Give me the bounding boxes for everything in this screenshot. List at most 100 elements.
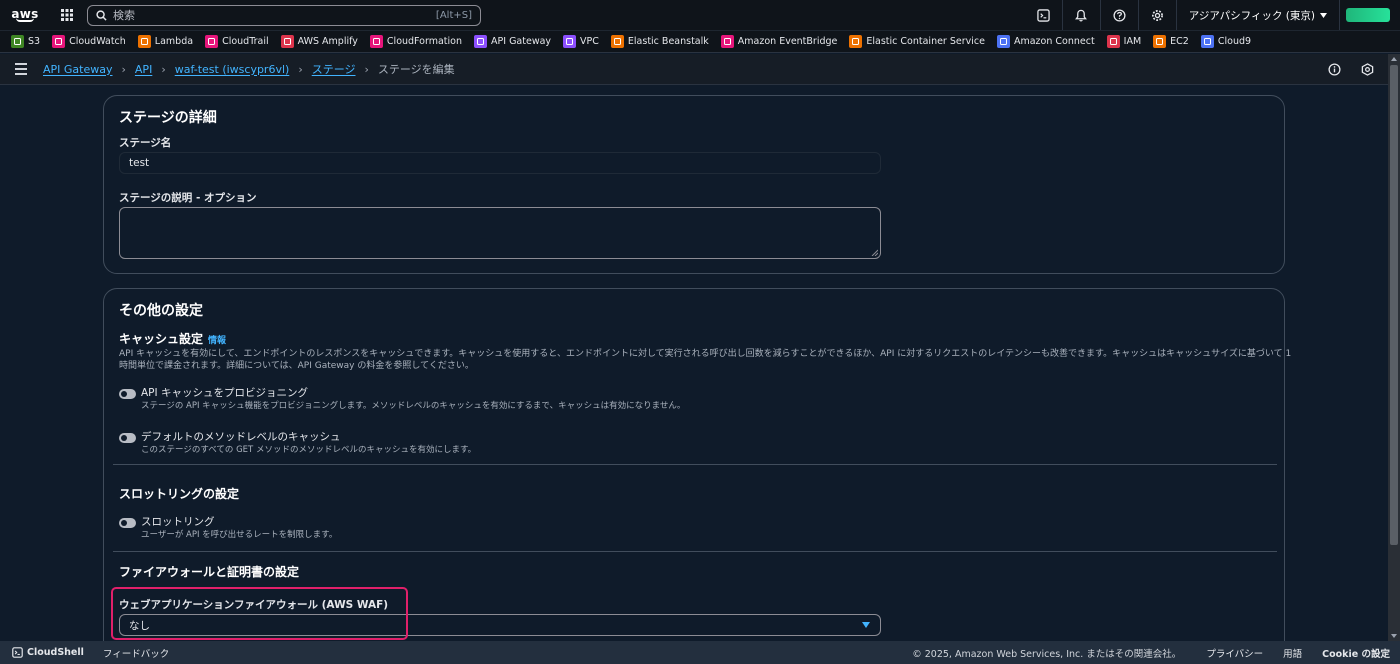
search-placeholder: 検索 bbox=[113, 9, 135, 22]
stage-description-label: ステージの説明 - オプション bbox=[119, 192, 257, 204]
hamburger-menu-icon[interactable] bbox=[15, 63, 35, 75]
cloudshell-label: CloudShell bbox=[27, 647, 84, 658]
resize-handle-icon[interactable] bbox=[871, 249, 878, 256]
breadcrumb: API Gateway › API › waf-test (iwscypr6vl… bbox=[43, 61, 455, 77]
privacy-link[interactable]: プライバシー bbox=[1206, 646, 1263, 660]
region-selector[interactable]: アジアパシフィック (東京) bbox=[1177, 0, 1340, 30]
breadcrumb-api-name[interactable]: waf-test (iwscypr6vl) bbox=[175, 63, 290, 76]
favorite-item[interactable]: AWS Amplify bbox=[280, 35, 358, 48]
favorite-label: Elastic Container Service bbox=[866, 36, 985, 47]
scroll-up-arrow-icon[interactable] bbox=[1391, 57, 1397, 61]
breadcrumb-stages[interactable]: ステージ bbox=[312, 61, 356, 77]
breadcrumb-api-gateway[interactable]: API Gateway bbox=[43, 63, 113, 76]
region-label: アジアパシフィック (東京) bbox=[1188, 9, 1315, 22]
copyright-text: © 2025, Amazon Web Services, Inc. またはその関… bbox=[912, 648, 1182, 660]
vpc-icon bbox=[563, 35, 577, 48]
section-divider bbox=[113, 464, 1277, 465]
favorite-label: CloudTrail bbox=[222, 36, 269, 47]
provision-cache-toggle[interactable] bbox=[119, 389, 136, 399]
settings-button[interactable] bbox=[1139, 0, 1177, 30]
favorite-item[interactable]: CloudTrail bbox=[205, 35, 269, 48]
beanstalk-icon bbox=[610, 35, 624, 48]
panel-title-stage-details: ステージの詳細 bbox=[119, 110, 217, 126]
cloudshell-button[interactable] bbox=[1025, 0, 1063, 30]
eventbridge-icon bbox=[720, 35, 734, 48]
feedback-hexagon-icon[interactable] bbox=[1361, 63, 1374, 76]
cache-settings-title: キャッシュ設定 bbox=[119, 332, 204, 346]
stage-name-label: ステージ名 bbox=[119, 137, 172, 149]
cloudwatch-icon bbox=[52, 35, 66, 48]
favorite-item[interactable]: IAM bbox=[1106, 35, 1142, 48]
favorite-item[interactable]: Amazon EventBridge bbox=[720, 35, 838, 48]
main-content: ステージの詳細 ステージ名 test ステージの説明 - オプション その他の設… bbox=[0, 85, 1388, 641]
s3-icon bbox=[11, 35, 24, 48]
favorite-item[interactable]: Elastic Container Service bbox=[849, 35, 985, 48]
method-cache-subtitle: このステージのすべての GET メソッドのメソッドレベルのキャッシュを有効にしま… bbox=[141, 445, 477, 455]
account-avatar[interactable] bbox=[1346, 8, 1390, 22]
favorite-item[interactable]: VPC bbox=[563, 35, 599, 48]
top-navigation-bar: aws 検索 [Alt+S] アジアパシフィック (東京) bbox=[0, 0, 1400, 30]
search-input[interactable]: 検索 [Alt+S] bbox=[87, 4, 481, 26]
services-grid-icon[interactable] bbox=[55, 3, 79, 27]
chevron-right-icon: › bbox=[161, 62, 166, 76]
favorite-label: CloudWatch bbox=[69, 36, 126, 47]
favorite-label: IAM bbox=[1123, 36, 1142, 47]
favorite-item[interactable]: Amazon Connect bbox=[996, 35, 1095, 48]
favorites-bar: S3 CloudWatch Lambda CloudTrail AWS Amplify C… bbox=[0, 30, 1400, 53]
favorite-item[interactable]: API Gateway bbox=[474, 35, 551, 48]
favorite-label: VPC bbox=[580, 36, 599, 47]
cookie-settings-link[interactable]: Cookie の設定 bbox=[1322, 646, 1390, 660]
ec2-icon bbox=[1153, 35, 1167, 48]
cloudformation-icon bbox=[369, 35, 383, 48]
favorite-item[interactable]: EC2 bbox=[1153, 35, 1189, 48]
favorite-label: Amazon EventBridge bbox=[737, 36, 838, 47]
method-cache-toggle[interactable] bbox=[119, 433, 136, 443]
stage-description-textarea[interactable] bbox=[119, 207, 881, 259]
terms-link[interactable]: 用語 bbox=[1283, 646, 1302, 660]
panel-title-other-settings: その他の設定 bbox=[119, 303, 203, 319]
throttling-toggle[interactable] bbox=[119, 518, 136, 528]
aws-logo[interactable]: aws bbox=[2, 0, 48, 30]
favorite-item[interactable]: S3 bbox=[11, 35, 40, 48]
favorite-item[interactable]: CloudWatch bbox=[52, 35, 126, 48]
section-divider bbox=[113, 551, 1277, 552]
chevron-right-icon: › bbox=[298, 62, 303, 76]
bell-icon bbox=[1075, 9, 1088, 21]
favorite-item[interactable]: Cloud9 bbox=[1200, 35, 1251, 48]
favorite-item[interactable]: Elastic Beanstalk bbox=[610, 35, 709, 48]
help-button[interactable] bbox=[1101, 0, 1139, 30]
favorite-item[interactable]: Lambda bbox=[137, 35, 194, 48]
favorite-item[interactable]: CloudFormation bbox=[369, 35, 462, 48]
feedback-link[interactable]: フィードバック bbox=[103, 646, 169, 660]
cloudtrail-icon bbox=[205, 35, 219, 48]
caret-down-icon bbox=[862, 622, 870, 628]
chevron-right-icon: › bbox=[364, 62, 369, 76]
scroll-down-arrow-icon[interactable] bbox=[1391, 634, 1397, 638]
search-shortcut: [Alt+S] bbox=[435, 9, 472, 21]
terminal-icon bbox=[12, 647, 23, 658]
cloudshell-link[interactable]: CloudShell bbox=[12, 647, 84, 658]
favorite-label: API Gateway bbox=[491, 36, 552, 47]
footer-bar: CloudShell フィードバック © 2025, Amazon Web Se… bbox=[0, 641, 1400, 664]
breadcrumb-actions bbox=[1328, 54, 1374, 85]
favorite-label: Lambda bbox=[154, 36, 194, 47]
favorite-label: EC2 bbox=[1170, 36, 1189, 47]
footer-right: © 2025, Amazon Web Services, Inc. またはその関… bbox=[912, 641, 1400, 664]
favorite-label: S3 bbox=[28, 36, 41, 47]
cache-description: API キャッシュを有効にして、エンドポイントのレスポンスをキャッシュできます。… bbox=[119, 348, 1291, 372]
search-icon bbox=[96, 9, 107, 21]
cache-info-link[interactable]: 情報 bbox=[208, 336, 226, 346]
breadcrumb-api[interactable]: API bbox=[135, 63, 152, 76]
iam-icon bbox=[1106, 35, 1120, 48]
scrollbar-thumb[interactable] bbox=[1390, 65, 1398, 545]
provision-cache-title: API キャッシュをプロビジョニング bbox=[141, 387, 308, 399]
highlight-box bbox=[111, 587, 408, 640]
notifications-button[interactable] bbox=[1063, 0, 1101, 30]
firewall-settings-heading: ファイアウォールと証明書の設定 bbox=[119, 565, 300, 579]
breadcrumb-current: ステージを編集 bbox=[377, 63, 455, 76]
throttling-row: スロットリング ユーザーが API を呼び出せるレートを制限します。 bbox=[119, 516, 337, 541]
connect-icon bbox=[996, 35, 1010, 48]
info-circle-icon[interactable] bbox=[1328, 63, 1341, 76]
page-scrollbar[interactable] bbox=[1388, 54, 1400, 641]
help-icon bbox=[1113, 8, 1126, 22]
